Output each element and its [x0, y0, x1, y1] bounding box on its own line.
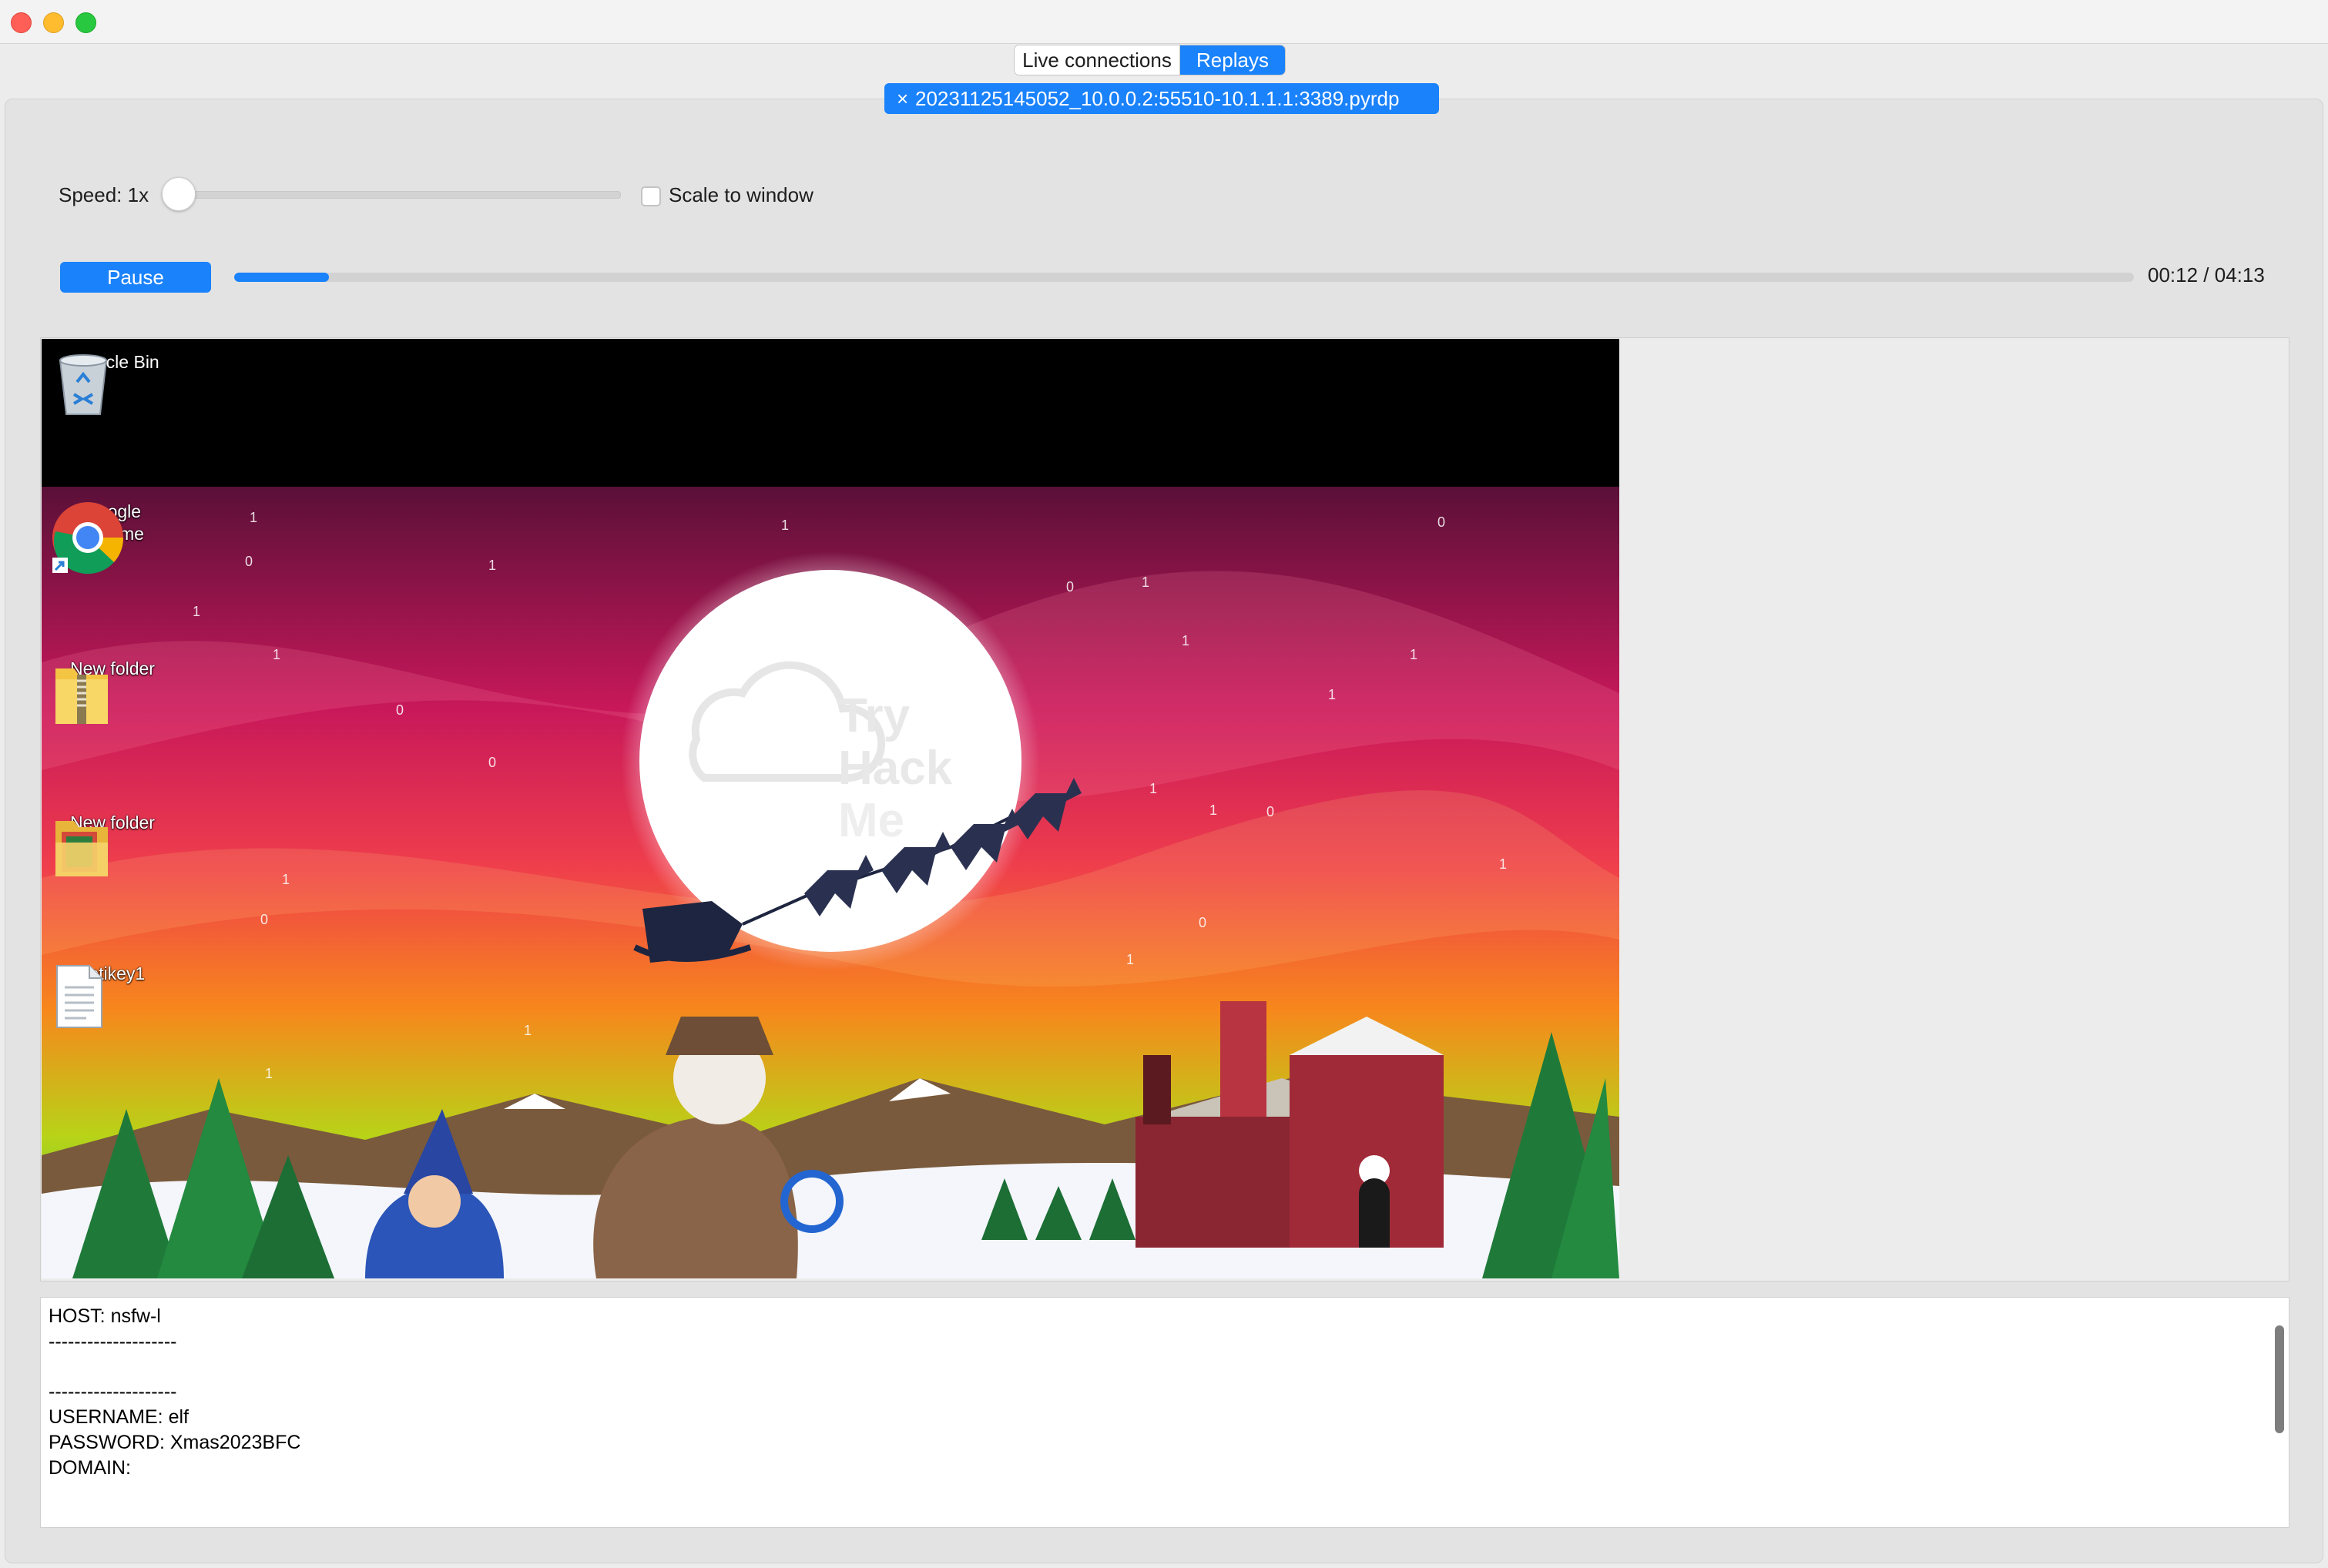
tab-live-connections[interactable]: Live connections — [1015, 45, 1180, 75]
folder-icon — [55, 821, 108, 876]
close-tab-icon[interactable]: × — [897, 83, 908, 114]
scale-to-window-label: Scale to window — [669, 183, 813, 206]
svg-text:1: 1 — [1328, 687, 1336, 702]
log-line: PASSWORD: Xmas2023BFC — [49, 1432, 301, 1453]
playback-time: 00:12 / 04:13 — [2148, 263, 2265, 286]
speed-slider-knob[interactable] — [162, 177, 196, 211]
zip-folder-icon — [55, 668, 108, 724]
speed-label: Speed: 1x — [59, 183, 149, 206]
svg-text:1: 1 — [250, 510, 257, 525]
svg-text:0: 0 — [245, 554, 253, 569]
maximize-window-button[interactable] — [75, 12, 96, 33]
text-file-icon — [56, 965, 102, 1028]
svg-text:1: 1 — [1142, 575, 1149, 590]
playback-progress-bar[interactable] — [234, 273, 2134, 282]
wallpaper-text-line2: Hack — [838, 742, 953, 795]
recycle-bin-icon — [59, 354, 108, 415]
log-scrollbar[interactable] — [2275, 1325, 2284, 1433]
log-line: -------------------- — [49, 1381, 177, 1402]
svg-text:1: 1 — [781, 518, 789, 533]
svg-text:0: 0 — [1199, 915, 1206, 930]
desktop-icon-recycle-bin[interactable]: Recycle Bin — [51, 351, 174, 415]
log-line: -------------------- — [49, 1331, 177, 1352]
svg-text:0: 0 — [396, 702, 404, 718]
wallpaper-text-line3: Me — [838, 794, 904, 847]
desktop-icon-yetikey1[interactable]: yetikey1 — [51, 963, 174, 1028]
log-line: HOST: nsfw-l — [49, 1305, 161, 1327]
desktop-icon-zip-folder[interactable]: New folder — [51, 658, 174, 724]
svg-text:1: 1 — [524, 1023, 532, 1038]
speed-slider-track[interactable] — [179, 191, 621, 199]
desktop-icon-google-chrome[interactable]: Google Chrome — [51, 501, 174, 575]
svg-text:0: 0 — [488, 755, 496, 770]
svg-text:1: 1 — [1149, 781, 1157, 796]
svg-text:1: 1 — [1182, 633, 1189, 648]
svg-text:1: 1 — [1126, 952, 1134, 967]
svg-text:1: 1 — [488, 558, 496, 573]
svg-text:1: 1 — [273, 647, 280, 662]
replay-log-output[interactable]: HOST: nsfw-l -------------------- ------… — [40, 1297, 2289, 1528]
playback-progress-fill — [234, 273, 330, 282]
minimize-window-button[interactable] — [43, 12, 64, 33]
svg-text:1: 1 — [1499, 856, 1507, 872]
tab-replays[interactable]: Replays — [1180, 45, 1285, 75]
svg-text:1: 1 — [1410, 647, 1417, 662]
svg-text:1: 1 — [193, 604, 200, 619]
svg-text:1: 1 — [282, 872, 290, 887]
log-line: DOMAIN: — [49, 1457, 131, 1479]
replay-file-tab[interactable]: × 20231125145052_10.0.0.2:55510-10.1.1.1… — [884, 83, 1439, 114]
remote-desktop-view[interactable]: Try Hack Me 1 0 1 1 1 0 0 1 0 1 1 1 1 0 … — [42, 339, 1619, 1278]
wallpaper-text-line1: Try — [838, 689, 911, 742]
desktop-icon-new-folder[interactable]: New folder — [51, 812, 174, 876]
svg-text:0: 0 — [1437, 514, 1445, 530]
log-line: USERNAME: elf — [49, 1406, 189, 1428]
svg-text:0: 0 — [260, 912, 268, 927]
chrome-icon — [52, 502, 124, 575]
svg-text:0: 0 — [1066, 579, 1074, 595]
scale-to-window-checkbox[interactable] — [641, 186, 661, 206]
svg-text:1: 1 — [265, 1066, 273, 1081]
replay-file-name: 20231125145052_10.0.0.2:55510-10.1.1.1:3… — [915, 87, 1400, 110]
svg-text:1: 1 — [1209, 802, 1217, 818]
close-window-button[interactable] — [11, 12, 32, 33]
mode-tabs: Live connections Replays — [1014, 45, 1286, 75]
desktop-wallpaper: Try Hack Me 10 1 110 010 111 101 110 101… — [42, 339, 1619, 1278]
svg-text:0: 0 — [1266, 804, 1274, 819]
title-bar — [0, 0, 2328, 44]
pause-button[interactable]: Pause — [60, 262, 211, 293]
